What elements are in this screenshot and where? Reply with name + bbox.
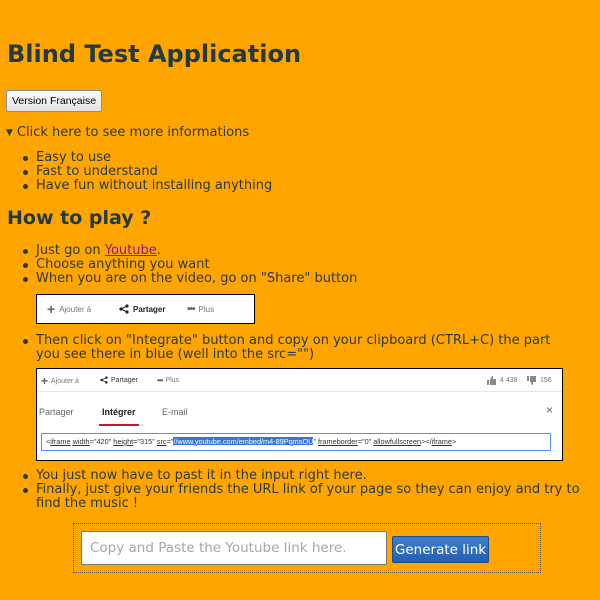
features-list: Easy to use Fast to understand Have fun … [0, 151, 272, 193]
more-item: ••• Plus [157, 376, 179, 385]
plus-icon: + [41, 374, 49, 388]
more-item: ••• Plus [187, 304, 214, 315]
list-item: Easy to use [22, 151, 272, 165]
code-part: src [156, 437, 167, 446]
code-part: allowfullscreen [373, 437, 422, 446]
code-part: height [113, 437, 134, 446]
code-part: iframe [50, 437, 71, 446]
plus-icon: + [47, 301, 56, 317]
steps-list-3: You just now have to past it in the inpu… [0, 469, 596, 511]
code-part: ></ [421, 437, 432, 446]
list-item: Then click on "Integrate" button and cop… [23, 334, 576, 362]
tab-email: E-mail [162, 407, 188, 417]
share-label: Partager [111, 376, 138, 384]
more-label: Plus [198, 305, 215, 314]
thumbs-up-icon [487, 376, 496, 385]
likes-item: 4 438 [487, 376, 518, 385]
close-icon: × [545, 403, 553, 417]
embed-code-field: <iframe width="420" height="315" src="//… [41, 433, 551, 451]
dislikes-count: 156 [540, 377, 552, 384]
thumbs-down-icon [527, 376, 536, 385]
page-title: Blind Test Application [7, 40, 302, 68]
list-item: Choose anything you want [22, 258, 357, 272]
share-icon [119, 304, 129, 314]
youtube-link-input[interactable] [81, 531, 387, 565]
list-item: When you are on the video, go on "Share"… [22, 271, 358, 286]
more-dots-icon: ••• [157, 376, 163, 385]
list-item: Have fun without installing anything [22, 178, 273, 193]
embed-top-bar: + Ajouter à Partager ••• Plus 4 438 156 [37, 369, 562, 392]
list-item: You just now have to past it in the inpu… [23, 469, 596, 483]
share-bar-screenshot: + Ajouter à Partager ••• Plus [36, 294, 255, 324]
code-part: ="315" [133, 437, 157, 446]
likes-count: 4 438 [500, 377, 518, 384]
steps-list-1: Just go on Youtube. Choose anything you … [0, 244, 357, 286]
tab-embed: Intégrer [102, 407, 136, 417]
code-part: ="420" [89, 437, 114, 446]
selected-src-url: //www.youtube.com/embed/m4-89PqmsOU [173, 437, 314, 446]
youtube-link[interactable]: Youtube [105, 243, 157, 258]
more-info-toggle[interactable]: ▼ Click here to see more informations [6, 125, 249, 140]
dislikes-item: 156 [527, 376, 552, 385]
how-to-heading: How to play ? [7, 207, 152, 229]
step-text: . [156, 243, 161, 258]
active-tab-underline [99, 424, 139, 426]
code-part: iframe [431, 437, 452, 446]
share-item: Partager [119, 304, 165, 314]
triangle-down-icon: ▼ [6, 127, 13, 138]
add-to-label: Ajouter à [51, 377, 80, 385]
tab-share: Partager [39, 407, 74, 417]
embed-panel-screenshot: + Ajouter à Partager ••• Plus 4 438 156 … [36, 368, 563, 461]
step-text: Just go on [36, 243, 105, 258]
list-item: Fast to understand [22, 165, 272, 179]
list-item: Finally, just give your friends the URL … [23, 483, 596, 511]
add-to-item: + Ajouter à [41, 374, 80, 388]
more-info-label: Click here to see more informations [16, 125, 250, 140]
steps-list-2: Then click on "Integrate" button and cop… [0, 334, 576, 362]
code-part: width [72, 437, 90, 446]
add-to-label: Ajouter à [59, 304, 92, 314]
code-part: frameborder [317, 437, 358, 446]
more-label: Plus [165, 377, 180, 384]
add-to-item: + Ajouter à [47, 301, 92, 317]
generate-link-button[interactable]: Generate link [392, 536, 489, 563]
share-icon [100, 376, 108, 384]
page: Blind Test Application Version Française… [0, 0, 600, 600]
code-part: ="0" [357, 437, 374, 446]
more-dots-icon: ••• [187, 304, 195, 315]
share-item: Partager [100, 376, 138, 384]
list-item: Just go on Youtube. [22, 243, 357, 258]
code-part: > [451, 437, 457, 446]
link-form: Generate link [73, 523, 541, 573]
language-button[interactable]: Version Française [6, 90, 103, 112]
share-label: Partager [133, 304, 166, 314]
